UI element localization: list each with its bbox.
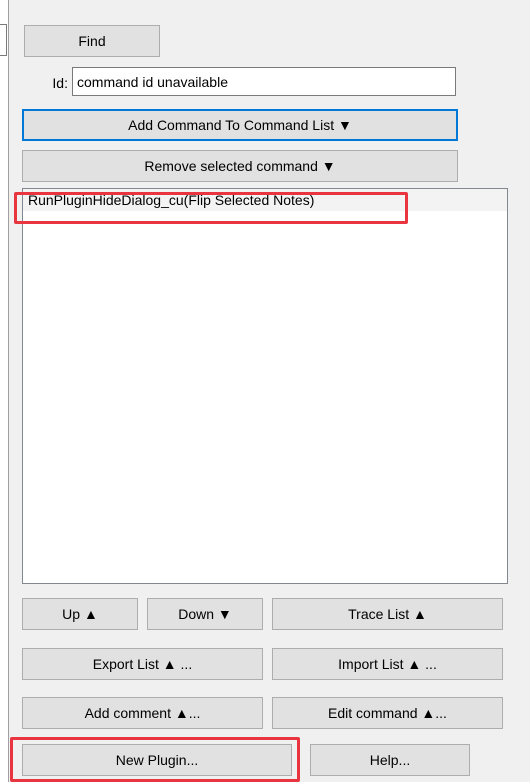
- command-list[interactable]: RunPluginHideDialog_cu(Flip Selected Not…: [22, 188, 508, 584]
- add-comment-button[interactable]: Add comment ▲...: [22, 697, 263, 729]
- list-item[interactable]: RunPluginHideDialog_cu(Flip Selected Not…: [23, 189, 507, 211]
- search-input-edge[interactable]: [0, 24, 7, 56]
- find-button[interactable]: Find: [24, 25, 160, 57]
- up-button[interactable]: Up ▲: [22, 598, 138, 630]
- trace-list-button[interactable]: Trace List ▲: [272, 598, 503, 630]
- new-plugin-button[interactable]: New Plugin...: [22, 744, 292, 776]
- add-command-button[interactable]: Add Command To Command List ▼: [22, 109, 458, 141]
- down-button[interactable]: Down ▼: [147, 598, 263, 630]
- id-input[interactable]: [72, 67, 456, 96]
- export-list-button[interactable]: Export List ▲ ...: [22, 648, 263, 680]
- remove-command-button[interactable]: Remove selected command ▼: [22, 150, 458, 182]
- id-label: Id:: [52, 75, 68, 91]
- import-list-button[interactable]: Import List ▲ ...: [272, 648, 503, 680]
- edit-command-button[interactable]: Edit command ▲...: [272, 697, 503, 729]
- help-button[interactable]: Help...: [310, 744, 470, 776]
